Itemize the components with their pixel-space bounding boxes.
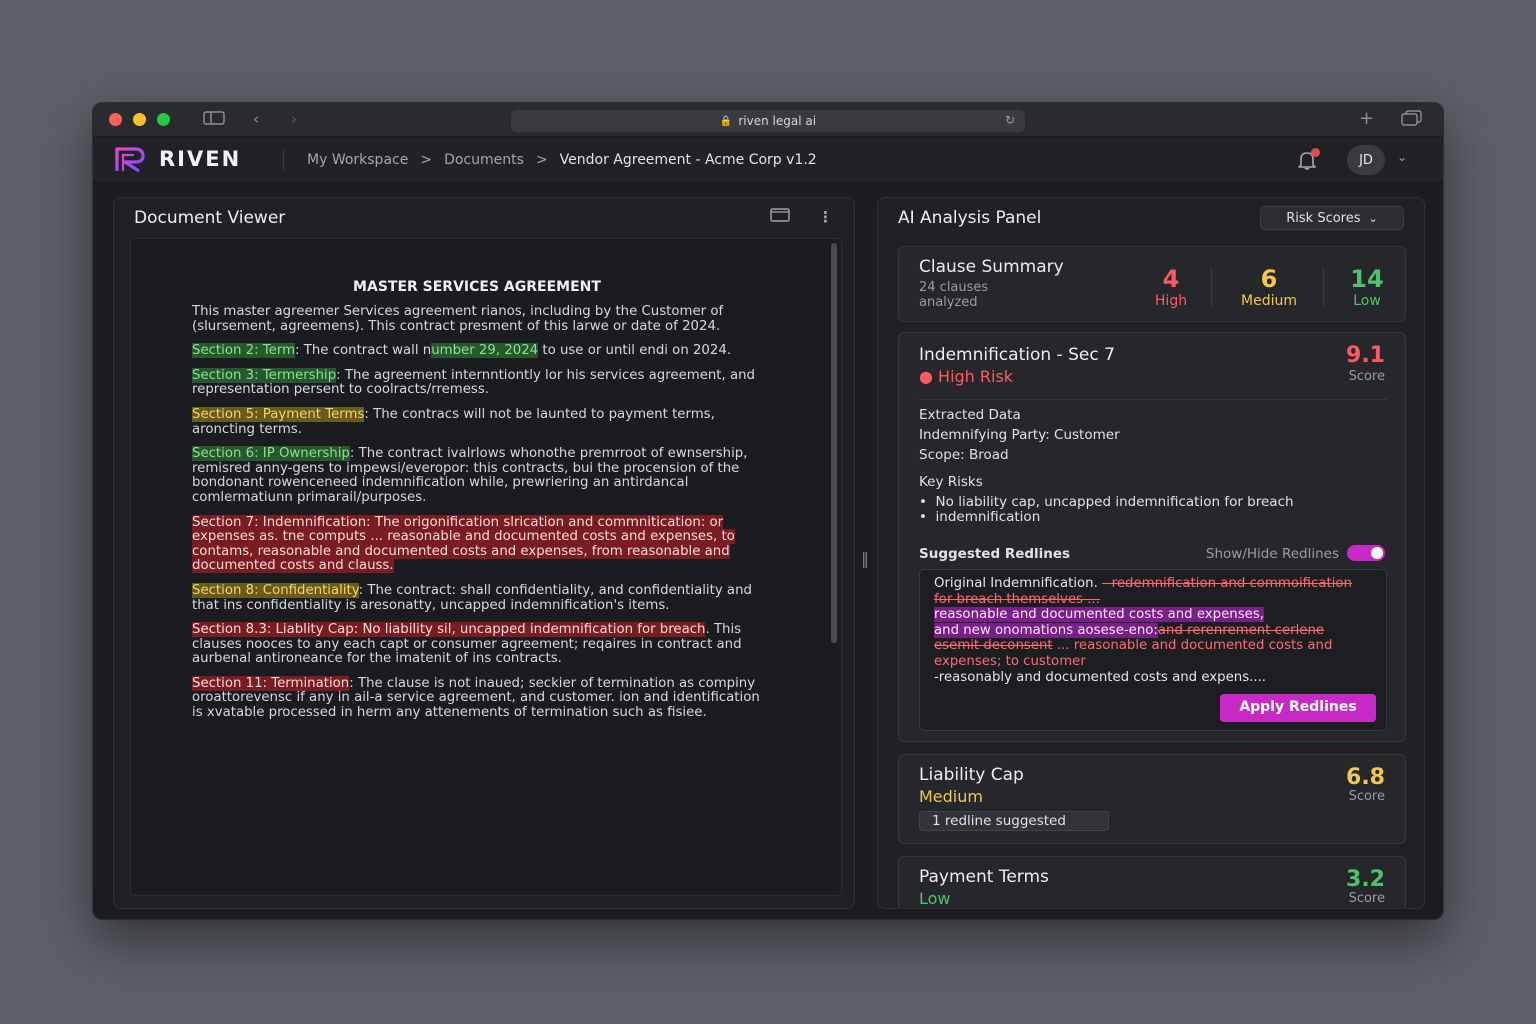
high-risk-count[interactable]: 4 High — [1141, 265, 1201, 309]
header-divider — [283, 149, 284, 171]
url-text: riven legal ai — [738, 114, 817, 128]
breadcrumb-current-document: Vendor Agreement - Acme Corp v1.2 — [559, 152, 817, 168]
address-bar[interactable]: 🔒 riven legal ai ↻ — [511, 110, 1025, 132]
suggested-redlines-heading: Suggested Redlines — [919, 546, 1071, 562]
document-body: This master agreemer Services agreement … — [192, 304, 762, 731]
document-page[interactable]: MASTER SERVICES AGREEMENT This master ag… — [130, 238, 842, 896]
liability-cap-clause-card[interactable]: Liability Cap Medium 6.8 Score 1 redline… — [898, 754, 1406, 844]
maximize-window-button[interactable] — [157, 113, 170, 126]
clause-title: Liability Cap — [919, 765, 1024, 785]
sidebar-toggle-icon[interactable] — [203, 110, 225, 130]
new-tab-icon[interactable]: + — [1359, 108, 1374, 129]
section-payment-terms: Section 5: Payment Terms: The contracs w… — [192, 406, 715, 437]
clause-highlight-medium[interactable]: Section 8: Confidentiality — [192, 582, 359, 598]
lock-icon: 🔒 — [719, 115, 733, 127]
clause-highlight-high[interactable]: Section 7: Indemnification: The origonif… — [192, 514, 735, 574]
minimize-window-button[interactable] — [133, 113, 146, 126]
show-redlines-toggle[interactable] — [1347, 545, 1385, 561]
clause-title: Indemnification - Sec 7 — [919, 345, 1115, 365]
score-label: Score — [1348, 789, 1385, 804]
clause-highlight-low[interactable]: umber 29, 2024 — [431, 343, 539, 359]
key-risks-heading: Key Risks — [919, 474, 983, 490]
browser-toolbar: ‹ › 🔒 riven legal ai ↻ + — [93, 103, 1443, 137]
breadcrumb: My Workspace > Documents > Vendor Agreem… — [307, 152, 817, 168]
back-icon[interactable]: ‹ — [253, 110, 259, 128]
redline-preview: Original Indemnification. --redemnificat… — [919, 569, 1387, 731]
section-indemnification: Section 7: Indemnification: The origonif… — [192, 514, 762, 574]
app-header: RIVEN My Workspace > Documents > Vendor … — [93, 137, 1443, 183]
ai-analysis-panel: AI Analysis Panel Risk Scores ⌄ Clause S… — [877, 197, 1425, 909]
breadcrumb-separator: > — [535, 152, 548, 168]
clause-highlight-low[interactable]: Section 6: IP Ownership — [192, 446, 350, 462]
risk-scores-dropdown[interactable]: Risk Scores ⌄ — [1260, 206, 1404, 230]
clause-highlight-low[interactable]: Section 2: Term — [192, 343, 296, 359]
breadcrumb-separator: > — [420, 152, 433, 168]
browser-window: ‹ › 🔒 riven legal ai ↻ + RIVEN My Worksp… — [92, 102, 1444, 920]
risk-level-badge: ● High Risk — [919, 367, 1014, 386]
medium-risk-count[interactable]: 6 Medium — [1229, 265, 1309, 309]
indemnification-clause-card[interactable]: Indemnification - Sec 7 ● High Risk 9.1 … — [898, 332, 1406, 742]
fullscreen-icon[interactable] — [770, 208, 790, 226]
divider — [919, 399, 1387, 400]
extracted-data-heading: Extracted Data — [919, 407, 1021, 423]
breadcrumb-workspace[interactable]: My Workspace — [307, 152, 408, 168]
app-name: RIVEN — [159, 147, 242, 171]
panel-title: Document Viewer — [134, 208, 286, 228]
risk-score: 3.2 — [1346, 867, 1385, 892]
tabs-overview-icon[interactable] — [1401, 110, 1423, 130]
indemnification-scope: Scope: Broad — [919, 447, 1009, 463]
chevron-down-icon: ⌄ — [1368, 211, 1378, 225]
apply-redlines-button[interactable]: Apply Redlines — [1220, 694, 1376, 722]
redline-suggested-badge[interactable]: 1 redline suggested — [919, 811, 1109, 831]
scrollbar[interactable] — [831, 243, 837, 643]
clause-highlight-high[interactable]: Section 8.3: Liablity Cap: No liability … — [192, 622, 706, 638]
card-title: Clause Summary — [919, 257, 1064, 277]
clause-summary-card: Clause Summary 24 clauses analyzed 4 Hig… — [898, 246, 1406, 322]
redline-insertion: reasonable and documented costs and expe… — [934, 607, 1264, 623]
key-risk-item: • indemnification — [919, 509, 1041, 525]
key-risk-item: • No liability cap, uncapped indemnifica… — [919, 494, 1294, 510]
document-viewer-panel: Document Viewer ⋮ MASTER SERVICES AGREEM… — [113, 197, 855, 909]
section-termership: Section 3: Termership: The agreement int… — [192, 367, 755, 398]
more-options-icon[interactable]: ⋮ — [818, 208, 833, 226]
score-label: Score — [1348, 369, 1385, 384]
clauses-count-line1: 24 clauses — [919, 280, 989, 295]
clause-highlight-low[interactable]: Section 3: Termership — [192, 367, 337, 383]
redline-insertion: and new onomations aosese-eno: — [934, 622, 1158, 638]
risk-score: 6.8 — [1346, 765, 1385, 790]
redlines-toggle-label: Show/Hide Redlines — [1205, 546, 1339, 562]
low-risk-count[interactable]: 14 Low — [1339, 265, 1395, 309]
breadcrumb-documents[interactable]: Documents — [444, 152, 524, 168]
indemnifying-party: Indemnifying Party: Customer — [919, 427, 1120, 443]
reload-icon[interactable]: ↻ — [1005, 113, 1015, 127]
clauses-count-line2: analyzed — [919, 295, 978, 310]
payment-terms-clause-card[interactable]: Payment Terms Low 3.2 Score — [898, 856, 1406, 908]
divider — [1323, 267, 1324, 307]
notification-badge — [1311, 148, 1320, 157]
panel-title: AI Analysis Panel — [898, 208, 1042, 228]
document-heading: MASTER SERVICES AGREEMENT — [353, 279, 601, 295]
close-window-button[interactable] — [109, 113, 122, 126]
divider — [1211, 267, 1212, 307]
riven-logo-icon — [115, 147, 145, 173]
clause-highlight-high[interactable]: Section 11: Termination — [192, 675, 350, 691]
risk-level-label: Low — [919, 889, 951, 908]
forward-icon[interactable]: › — [291, 110, 297, 128]
section-term: Section 2: Term: The contract wall numbe… — [192, 343, 732, 359]
redline-tail: -reasonably and documented costs and exp… — [934, 669, 1267, 685]
section-liability-cap: Section 8.3: Liablity Cap: No liability … — [192, 622, 742, 667]
section-termination: Section 11: Termination: The clause is n… — [192, 675, 760, 721]
risk-level-label: Medium — [919, 787, 983, 806]
section-confidentiality: Section 8: Confidentiality: The contract… — [192, 582, 752, 613]
score-label: Score — [1348, 891, 1385, 906]
clause-highlight-medium[interactable]: Section 5: Payment Terms — [192, 406, 365, 422]
user-avatar[interactable]: JD — [1347, 145, 1385, 175]
dropdown-label: Risk Scores — [1286, 210, 1361, 226]
clause-title: Payment Terms — [919, 867, 1049, 887]
section-ip-ownership: Section 6: IP Ownership: The contract iv… — [192, 446, 748, 505]
risk-score: 9.1 — [1346, 343, 1385, 368]
document-intro: This master agreemer Services agreement … — [192, 304, 724, 334]
chevron-down-icon[interactable]: ⌄ — [1397, 150, 1407, 164]
panel-resize-handle[interactable]: ‖ — [861, 549, 869, 568]
